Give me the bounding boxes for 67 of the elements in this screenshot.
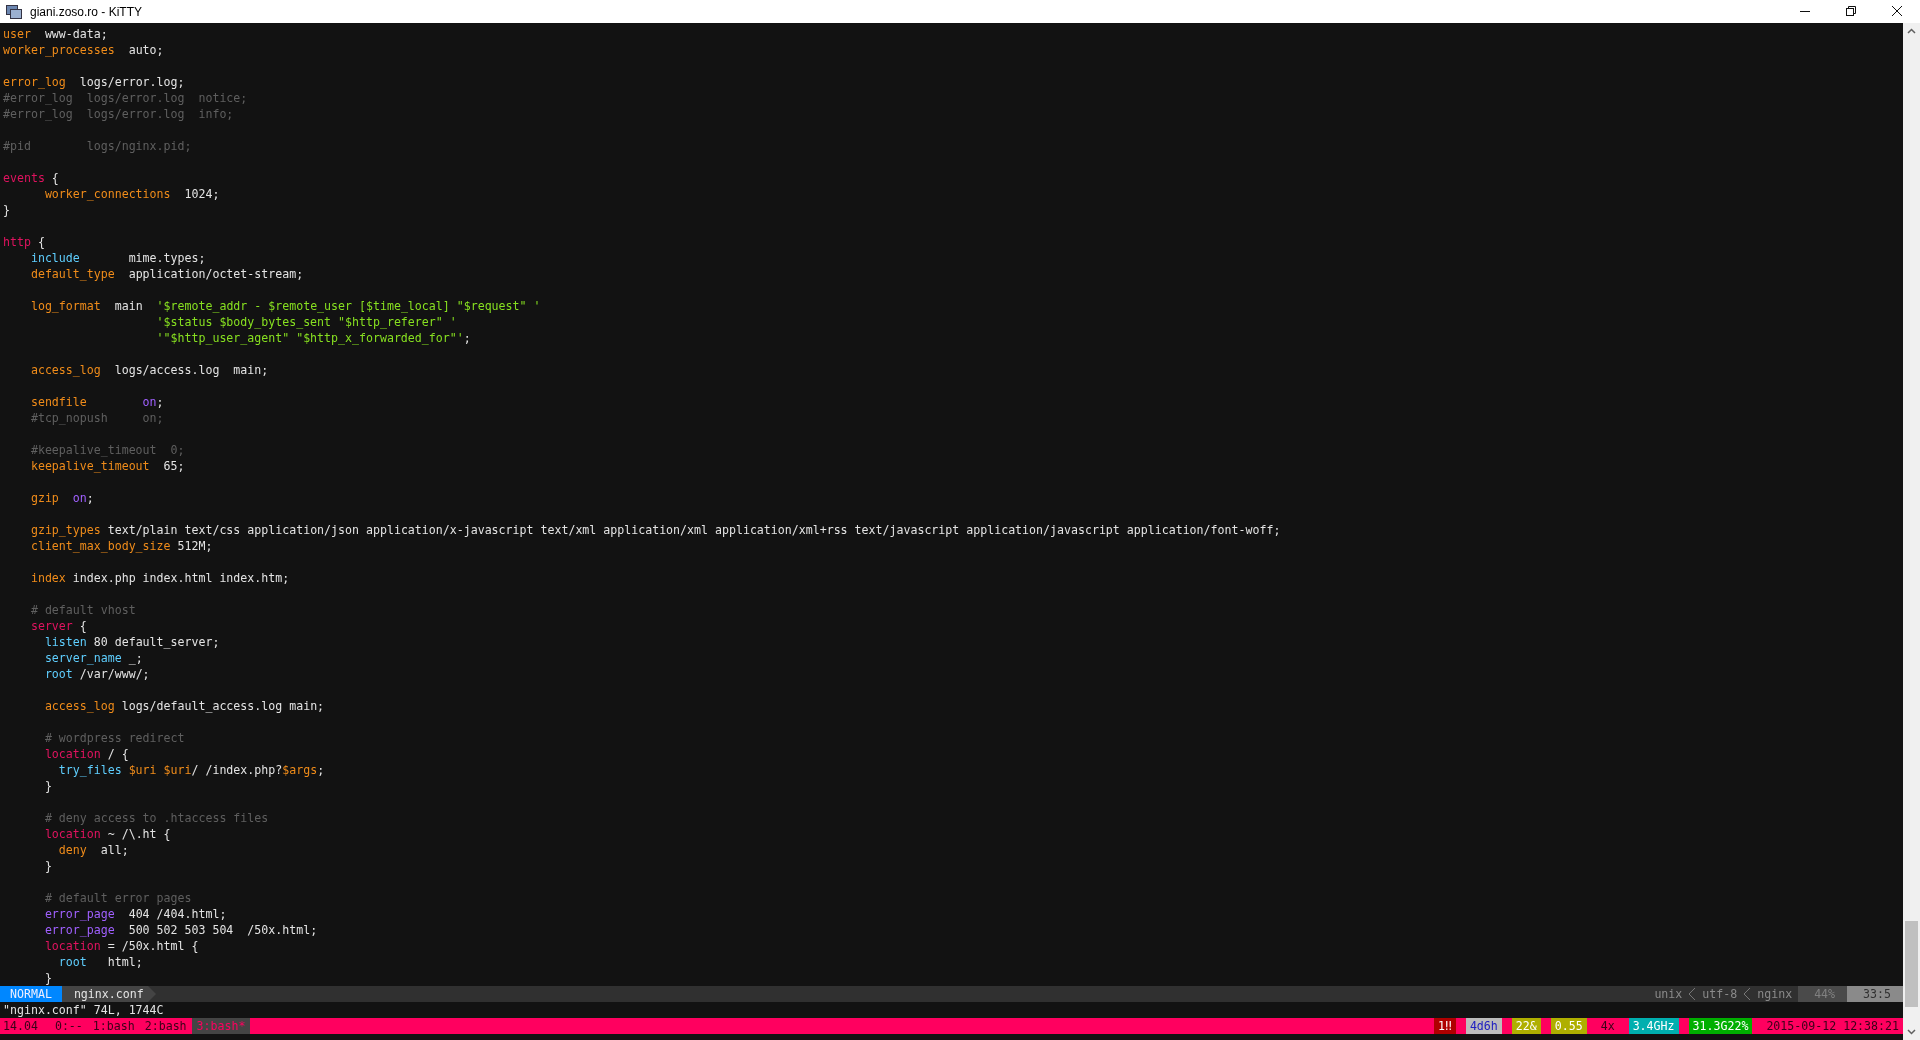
session-name: 14.04 (2, 1018, 39, 1034)
code-line: log_format main '$remote_addr - $remote_user [$time_local] "$request" ' (29, 298, 541, 314)
code-line: '$status $body_bytes_sent "$http_referer" ' (155, 314, 457, 330)
code-line: client_max_body_size 512M; (29, 538, 213, 554)
status-segment: 1‼ (1433, 1018, 1456, 1034)
code-line: http { (2, 234, 45, 250)
code-line: #pid logs/nginx.pid; (2, 138, 192, 154)
code-line: access_log logs/default_access.log main; (43, 698, 325, 714)
window-title: giani.zoso.ro - KiTTY (30, 4, 143, 19)
scroll-thumb[interactable] (1905, 921, 1918, 1007)
code-line: events { (2, 170, 59, 186)
code-line: root /var/www/; (43, 666, 150, 682)
code-line: server { (29, 618, 87, 634)
code-line: root html; (57, 954, 143, 970)
code-line: worker_processes auto; (2, 42, 164, 58)
code-line: # deny access to .htaccess files (43, 810, 269, 826)
code-line: } (43, 970, 52, 986)
code-line: error_log logs/error.log; (2, 74, 185, 90)
code-line: error_page 500 502 503 504 /50x.html; (43, 922, 318, 938)
status-segment: 0.55 (1550, 1018, 1587, 1034)
code-line: # default vhost (29, 602, 136, 618)
code-line: # default error pages (43, 890, 192, 906)
file-encoding: utf-8 (1701, 986, 1739, 1002)
code-line: #keepalive_timeout 0; (29, 442, 185, 458)
status-segment: 31.3G22% (1688, 1018, 1753, 1034)
code-line: deny all; (57, 842, 129, 858)
code-line: gzip_types text/plain text/css application/json application/x-javascript text/xml application/xml application/xml+rss text/javascript application/javascript application/font-woff; (29, 522, 1281, 538)
code-line: try_files $uri $uri/ /index.php?$args; (57, 762, 325, 778)
tmux-window-tab[interactable]: 0:-- (49, 1018, 88, 1034)
file-format: unix (1653, 986, 1684, 1002)
code-line: access_log logs/access.log main; (29, 362, 269, 378)
code-line: } (2, 202, 10, 218)
code-line: keepalive_timeout 65; (29, 458, 185, 474)
status-segment: 3.4GHz (1628, 1018, 1679, 1034)
scrollbar[interactable] (1903, 23, 1920, 1040)
code-line: gzip on; (29, 490, 94, 506)
mode-indicator: NORMAL (0, 986, 62, 1002)
code-line: #tcp_nopush on; (29, 410, 164, 426)
code-line: sendfile on; (29, 394, 164, 410)
cursor-position: 33:5 (1847, 986, 1903, 1002)
code-line: index index.php index.html index.htm; (29, 570, 290, 586)
chevron-icon (1743, 987, 1752, 1001)
code-line: worker_connections 1024; (43, 186, 220, 202)
code-line: error_page 404 /404.html; (43, 906, 227, 922)
code-line: } (43, 858, 52, 874)
status-segment: 22& (1511, 1018, 1541, 1034)
status-segment: 4d6h (1465, 1018, 1502, 1034)
code-line: # wordpress redirect (43, 730, 185, 746)
code-line: location ~ /\.ht { (43, 826, 171, 842)
code-line: user www-data; (2, 26, 108, 42)
terminal-app-icon (6, 4, 22, 19)
command-message: "nginx.conf" 74L, 1744C (3, 1002, 164, 1018)
tmux-window-tab[interactable]: 1:bash (87, 1018, 140, 1034)
code-line: include mime.types; (29, 250, 206, 266)
code-line: #error_log logs/error.log notice; (2, 90, 248, 106)
code-line: default_type application/octet-stream; (29, 266, 304, 282)
code-line: } (43, 778, 52, 794)
code-line: #error_log logs/error.log info; (2, 106, 234, 122)
code-line: location / { (43, 746, 129, 762)
tmux-window-tab[interactable]: 3:bash* (191, 1018, 251, 1034)
code-line: location = /50x.html { (43, 938, 199, 954)
tmux-window-tab[interactable]: 2:bash (139, 1018, 192, 1034)
file-type: nginx (1756, 986, 1794, 1002)
code-line: '"$http_user_agent" "$http_x_forwarded_for"'; (155, 330, 471, 346)
code-line: listen 80 default_server; (43, 634, 220, 650)
chevron-icon (1688, 987, 1697, 1001)
code-line: server_name _; (43, 650, 143, 666)
